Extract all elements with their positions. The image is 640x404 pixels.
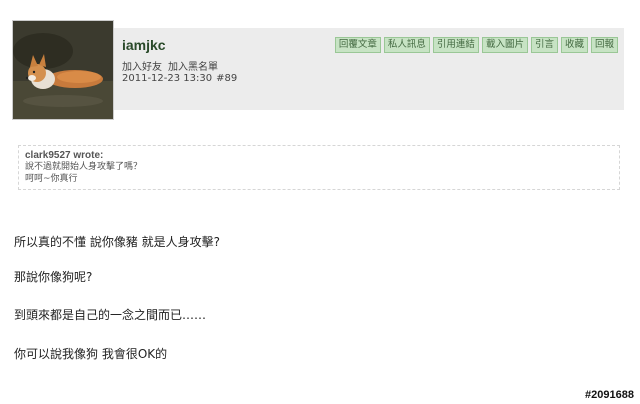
quote-line: 呵呵~你真行: [25, 174, 78, 184]
corgi-photo: [13, 21, 113, 119]
post-floor-number[interactable]: #89: [216, 73, 237, 84]
user-links: 加入好友 加入黑名單: [122, 58, 224, 73]
quote-button[interactable]: 引言: [530, 37, 558, 53]
report-button[interactable]: 回報: [590, 37, 618, 53]
quote-link-button[interactable]: 引用連結: [432, 37, 479, 53]
add-friend-link[interactable]: 加入好友: [122, 62, 162, 73]
post-datetime: 2011-12-23 13:30: [122, 73, 213, 84]
private-message-button[interactable]: 私人訊息: [383, 37, 430, 53]
post-body-line: 所以真的不懂 說你像豬 就是人身攻擊?: [14, 235, 220, 249]
add-blacklist-link[interactable]: 加入黑名單: [168, 62, 218, 73]
quote-line: 說不過就開始人身攻擊了嗎？: [25, 162, 143, 172]
favorite-button[interactable]: 收藏: [560, 37, 588, 53]
reply-button[interactable]: 回覆文章: [334, 37, 381, 53]
username[interactable]: iamjkc: [122, 37, 166, 53]
post-actions: 回覆文章 私人訊息 引用連結 載入圖片 引言 收藏 回報: [334, 37, 618, 53]
quote-box: clark9527 wrote: 說不過就開始人身攻擊了嗎？ 呵呵~你真行: [18, 145, 620, 190]
user-info-bar: iamjkc 加入好友 加入黑名單 2011-12-23 13:30 #89 回覆文…: [114, 28, 624, 110]
post-meta: 2011-12-23 13:30 #89: [122, 73, 237, 84]
quote-author: clark9527 wrote:: [25, 150, 104, 161]
post-header: iamjkc 加入好友 加入黑名單 2011-12-23 13:30 #89 回覆文…: [12, 20, 624, 120]
post-body-line: 到頭來都是自己的一念之間而已……: [14, 308, 207, 322]
post-body-line: 你可以說我像狗 我會很OK的: [14, 347, 168, 361]
image-id-watermark: #2091688: [585, 389, 634, 401]
load-images-button[interactable]: 載入圖片: [481, 37, 528, 53]
post-body-line: 那說你像狗呢?: [14, 270, 93, 284]
avatar[interactable]: [12, 20, 114, 120]
